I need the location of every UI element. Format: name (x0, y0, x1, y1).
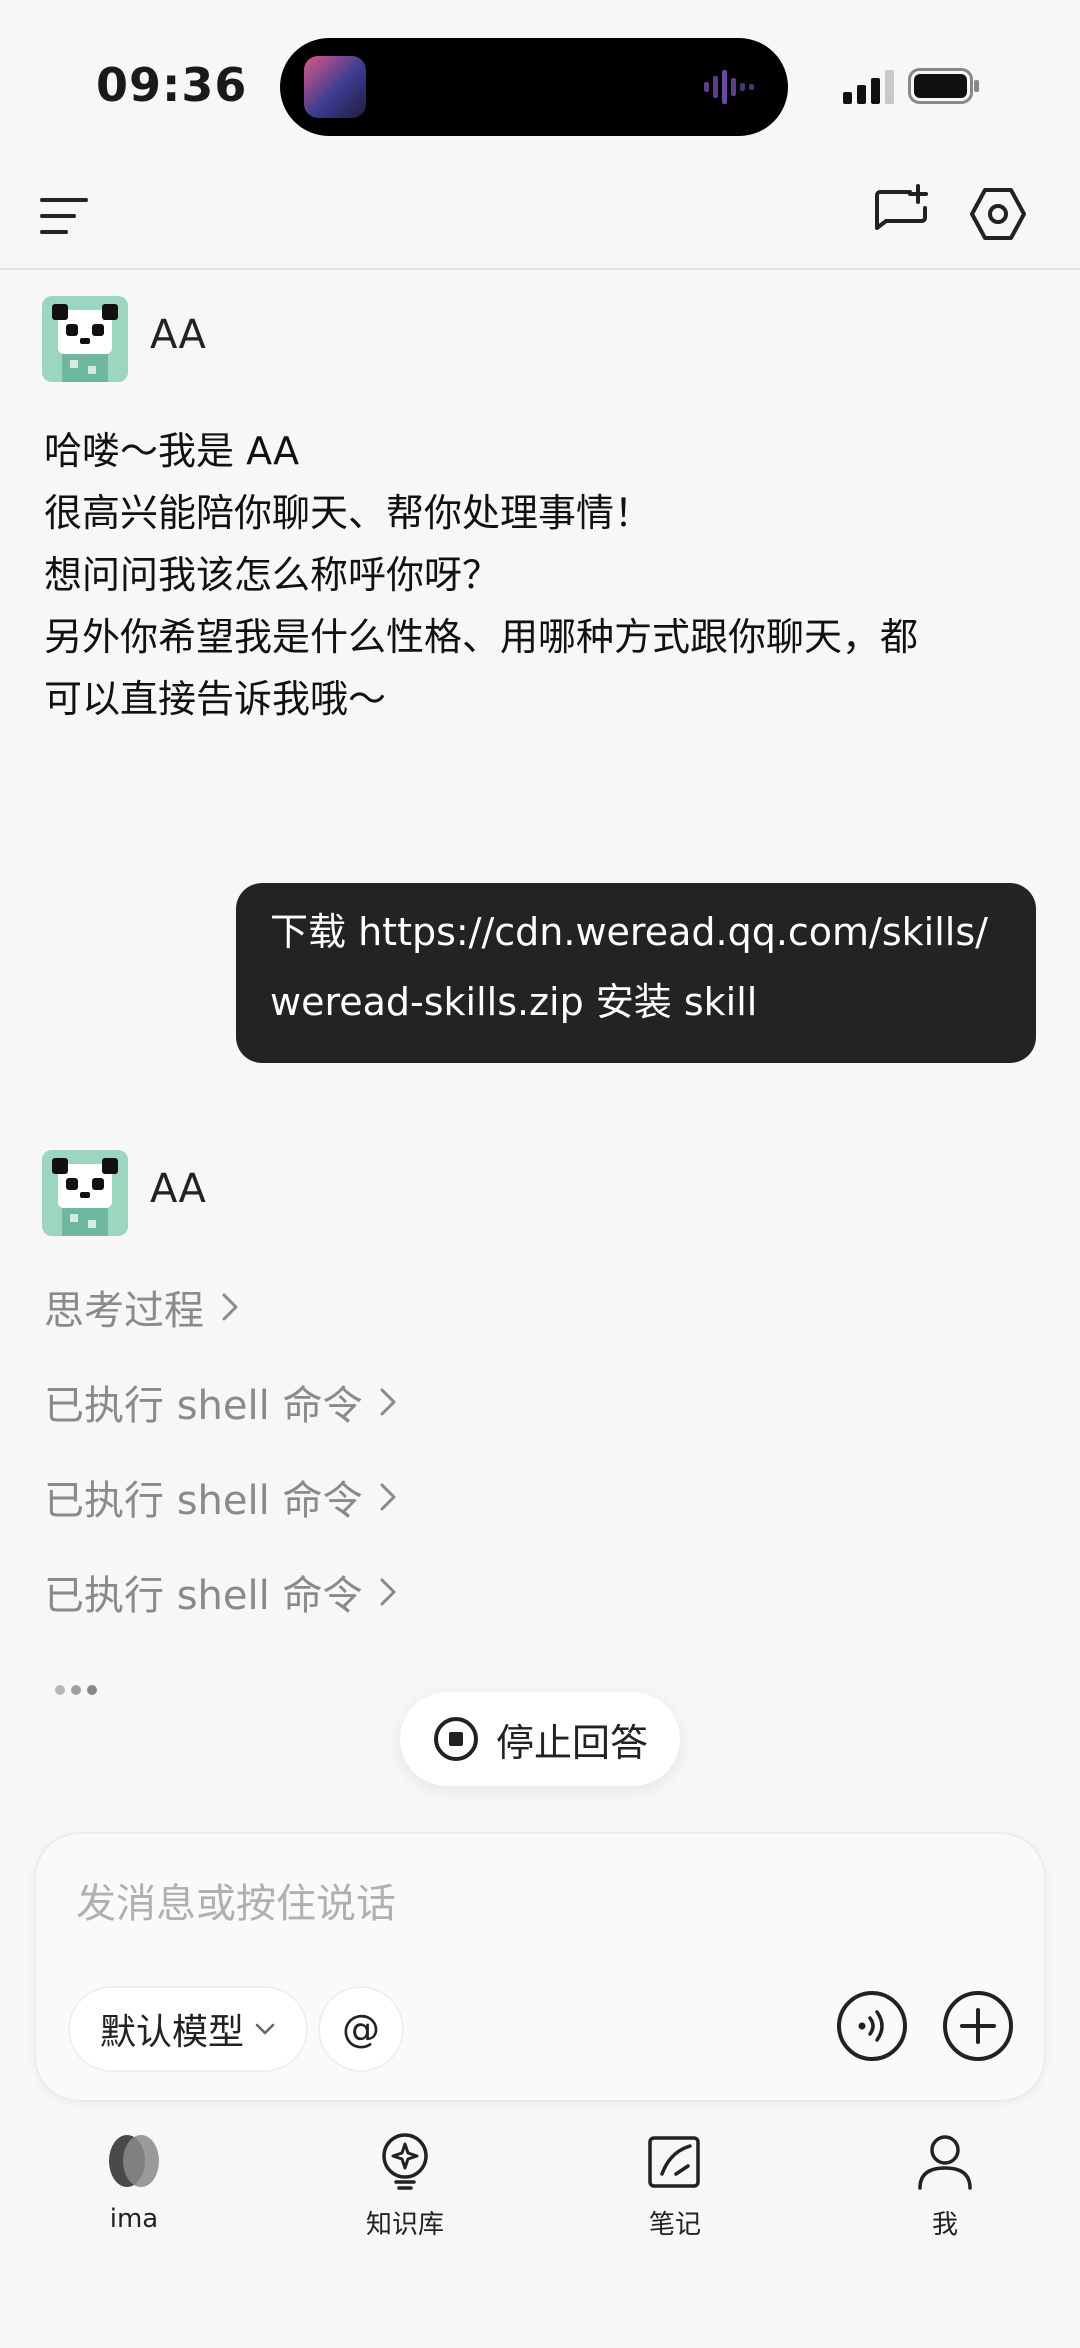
now-playing-thumbnail (304, 56, 366, 118)
stop-answer-label: 停止回答 (495, 1720, 648, 1765)
status-bar: 09:36 (0, 0, 1080, 170)
model-select-label: 默认模型 (99, 2012, 244, 2053)
user-message-line: weread-skills.zip 安装 skill (270, 980, 758, 1024)
thinking-process-toggle[interactable]: 思考过程 (44, 1278, 240, 1336)
bot-name: AA (150, 312, 206, 358)
bot-greeting-message: 哈喽～我是 AA 很高兴能陪你聊天、帮你处理事情！ 想问问我该怎么称呼你呀？ 另… (44, 420, 1044, 730)
tab-notes[interactable]: 笔记 (585, 2130, 765, 2260)
profile-icon (918, 2135, 972, 2190)
new-chat-icon[interactable] (872, 182, 932, 242)
bot-avatar[interactable] (42, 1150, 128, 1236)
shell-command-step[interactable]: 已执行 shell 命令 (44, 1373, 398, 1431)
tab-knowledge-base[interactable]: 知识库 (315, 2130, 495, 2260)
bot-name: AA (150, 1166, 206, 1212)
voice-input-icon[interactable] (836, 1990, 908, 2062)
tab-ima[interactable]: ima (44, 2130, 224, 2260)
ima-logo-icon (109, 2135, 159, 2187)
step-label: 已执行 shell 命令 (44, 1478, 363, 1524)
tab-label: 笔记 (648, 2210, 701, 2240)
greeting-line: 另外你希望我是什么性格、用哪种方式跟你聊天，都 (44, 615, 919, 659)
knowledge-base-icon (382, 2133, 428, 2190)
step-label: 思考过程 (44, 1288, 204, 1334)
chevron-right-icon (380, 1578, 396, 1606)
user-message-bubble[interactable]: 下载 https://cdn.weread.qq.com/skills/ wer… (236, 883, 1036, 1063)
status-time: 09:36 (96, 58, 248, 112)
mention-label: @ (342, 2007, 380, 2051)
typing-indicator-icon (55, 1685, 97, 1695)
chat-screen: 09:36 AA 哈喽～我是 AA 很高兴能陪你聊天、帮你处理事情！ 想问问我该… (0, 0, 1080, 2348)
battery-icon (908, 68, 979, 104)
message-composer: 默认模型 @ (34, 1832, 1046, 2102)
chevron-right-icon (222, 1293, 238, 1321)
greeting-line: 可以直接告诉我哦～ (44, 677, 387, 721)
stop-answer-button[interactable]: 停止回答 (400, 1692, 680, 1786)
tab-label: ima (109, 2204, 159, 2234)
bot-avatar[interactable] (42, 296, 128, 382)
cellular-signal-icon (843, 70, 894, 104)
chevron-right-icon (380, 1483, 396, 1511)
menu-icon[interactable] (40, 192, 88, 240)
shell-command-step[interactable]: 已执行 shell 命令 (44, 1468, 398, 1526)
model-select[interactable]: 默认模型 (68, 1986, 308, 2072)
mention-button[interactable]: @ (318, 1986, 404, 2072)
greeting-line: 想问问我该怎么称呼你呀？ (44, 553, 501, 597)
dynamic-island[interactable] (280, 38, 788, 136)
audio-wave-icon (704, 70, 754, 104)
settings-icon[interactable] (968, 184, 1028, 244)
shell-command-step[interactable]: 已执行 shell 命令 (44, 1563, 398, 1621)
step-label: 已执行 shell 命令 (44, 1573, 363, 1619)
chevron-down-icon (255, 2023, 275, 2035)
stop-icon (433, 1717, 478, 1761)
tab-label: 知识库 (365, 2210, 444, 2240)
user-message-line: 下载 https://cdn.weread.qq.com/skills/ (270, 910, 988, 954)
step-label: 已执行 shell 命令 (44, 1383, 363, 1429)
bottom-tab-bar: ima 知识库 笔记 我 (0, 2130, 1080, 2260)
panda-avatar-icon (42, 1150, 128, 1236)
panda-avatar-icon (42, 296, 128, 382)
chevron-right-icon (380, 1388, 396, 1416)
greeting-line: 很高兴能陪你聊天、帮你处理事情！ (44, 491, 653, 535)
greeting-line: 哈喽～我是 AA (44, 429, 300, 473)
message-input[interactable] (76, 1874, 976, 1934)
tab-label: 我 (931, 2210, 958, 2240)
tab-profile[interactable]: 我 (855, 2130, 1035, 2260)
notes-icon (648, 2136, 700, 2188)
app-header (0, 170, 1080, 270)
add-attachment-icon[interactable] (942, 1990, 1014, 2062)
